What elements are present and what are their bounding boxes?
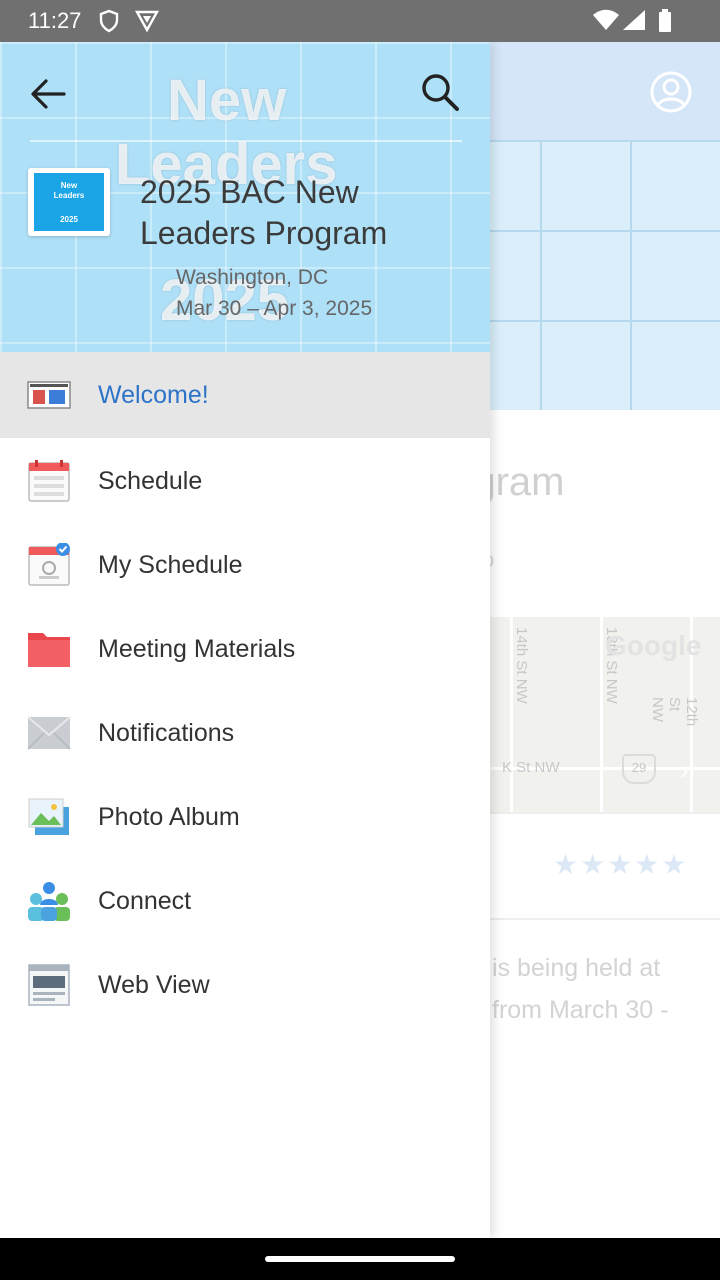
map-street-label: K St NW <box>502 759 560 776</box>
menu-item-label: Photo Album <box>98 803 240 831</box>
cell-signal-icon <box>623 10 645 30</box>
event-location: Washington, DC <box>176 266 329 289</box>
folder-icon <box>28 633 70 667</box>
calendar-icon <box>28 460 70 502</box>
drawer-menu: Welcome! Schedule My Schedule Meeting Ma… <box>0 352 490 1026</box>
menu-item-label: Connect <box>98 887 192 915</box>
header-divider <box>30 140 462 142</box>
battery-icon <box>659 9 671 32</box>
menu-item-label: Meeting Materials <box>98 635 296 663</box>
google-logo: Google <box>605 630 702 661</box>
welcome-icon <box>27 381 71 409</box>
description-line: from March 30 - <box>492 996 669 1024</box>
route-shield-icon: 29 <box>622 754 656 784</box>
menu-item-meeting-materials[interactable]: Meeting Materials <box>0 606 490 690</box>
system-nav-bar <box>0 1238 720 1280</box>
vpn-triangle-icon <box>134 10 160 33</box>
web-view-icon <box>28 964 70 1006</box>
menu-item-label: Schedule <box>98 467 203 495</box>
menu-item-notifications[interactable]: Notifications <box>0 690 490 774</box>
menu-item-label: Notifications <box>98 719 235 747</box>
menu-item-label: My Schedule <box>98 551 243 579</box>
back-arrow-icon[interactable] <box>26 72 70 116</box>
divider <box>490 918 720 920</box>
status-time: 11:27 <box>28 8 82 33</box>
rating-stars[interactable]: ★★★★★ <box>553 848 689 881</box>
map-street-label: 14th St NW <box>513 627 530 704</box>
photo-icon <box>28 798 69 835</box>
menu-item-my-schedule[interactable]: My Schedule <box>0 522 490 606</box>
my-schedule-icon <box>28 543 70 586</box>
event-logo: New Leaders 2025 <box>28 168 110 236</box>
menu-item-photo-album[interactable]: Photo Album <box>0 774 490 858</box>
menu-item-label: Welcome! <box>98 381 209 409</box>
search-icon[interactable] <box>418 70 462 114</box>
navigation-drawer: New Leaders 2025 New Leaders 2025 2025 B… <box>0 42 490 1238</box>
event-title: 2025 BAC New Leaders Program <box>140 174 388 251</box>
account-icon[interactable] <box>649 70 693 114</box>
status-bar: 11:27 <box>0 0 720 42</box>
event-dates: Mar 30 – Apr 3, 2025 <box>176 297 373 320</box>
people-icon <box>28 882 70 921</box>
drawer-header: New Leaders 2025 New Leaders 2025 2025 B… <box>0 42 490 352</box>
divider <box>490 812 720 814</box>
map-street-label: 12th St NW <box>649 697 700 727</box>
wifi-icon <box>593 9 619 30</box>
description-line: is being held at <box>492 954 661 982</box>
shield-icon <box>99 9 119 33</box>
watermark-word: New <box>167 68 287 133</box>
menu-item-schedule[interactable]: Schedule <box>0 438 490 522</box>
chevron-right-icon[interactable]: › <box>680 755 689 786</box>
menu-item-web-view[interactable]: Web View <box>0 942 490 1026</box>
menu-item-label: Web View <box>98 971 210 999</box>
menu-item-connect[interactable]: Connect <box>0 858 490 942</box>
menu-item-welcome[interactable]: Welcome! <box>0 352 490 438</box>
envelope-icon <box>27 716 71 750</box>
home-gesture-handle[interactable] <box>265 1256 455 1262</box>
